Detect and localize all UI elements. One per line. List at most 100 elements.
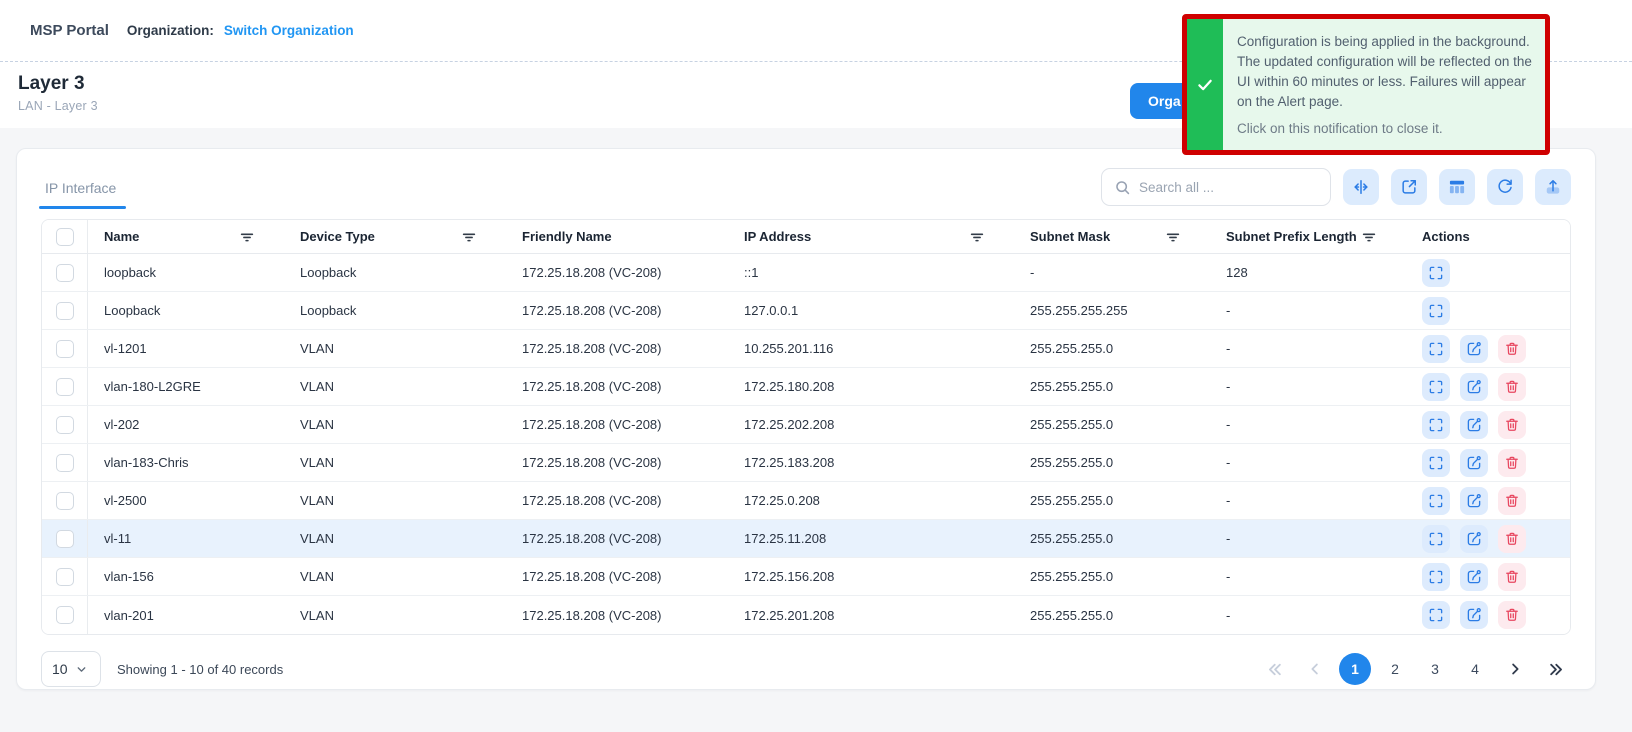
filter-icon[interactable]: [1358, 226, 1380, 248]
row-checkbox[interactable]: [56, 302, 74, 320]
table-row[interactable]: vl-2500VLAN172.25.18.208 (VC-208)172.25.…: [42, 482, 1570, 520]
first-page-button[interactable]: [1259, 653, 1291, 685]
toast-close-hint: Click on this notification to close it.: [1237, 119, 1537, 138]
expand-icon: [1427, 568, 1445, 586]
cell-name: vl-202: [88, 406, 284, 443]
organization-link[interactable]: Switch Organization: [224, 23, 354, 38]
filter-icon[interactable]: [236, 226, 258, 248]
delete-action-button[interactable]: [1498, 487, 1526, 515]
cell-subnet-prefix-length: -: [1210, 444, 1406, 481]
cell-friendly-name: 172.25.18.208 (VC-208): [506, 330, 728, 367]
expand-action-button[interactable]: [1422, 563, 1450, 591]
expand-action-button[interactable]: [1422, 487, 1450, 515]
expand-action-button[interactable]: [1422, 335, 1450, 363]
expand-action-button[interactable]: [1422, 449, 1450, 477]
column-header-prefix: Subnet Prefix Length: [1210, 220, 1406, 253]
row-checkbox[interactable]: [56, 606, 74, 624]
cell-subnet-prefix-length: -: [1210, 558, 1406, 595]
row-checkbox[interactable]: [56, 378, 74, 396]
page-number-3[interactable]: 3: [1419, 653, 1451, 685]
page-number-1[interactable]: 1: [1339, 653, 1371, 685]
table-row[interactable]: vl-1201VLAN172.25.18.208 (VC-208)10.255.…: [42, 330, 1570, 368]
delete-action-button[interactable]: [1498, 335, 1526, 363]
columns-button[interactable]: [1439, 169, 1475, 205]
pagination: 1234: [1259, 653, 1571, 685]
row-check-cell: [42, 406, 88, 443]
expand-action-button[interactable]: [1422, 411, 1450, 439]
row-checkbox[interactable]: [56, 416, 74, 434]
edit-action-button[interactable]: [1460, 487, 1488, 515]
delete-action-button[interactable]: [1498, 373, 1526, 401]
cell-subnet-mask: 255.255.255.0: [1014, 368, 1210, 405]
table-row[interactable]: vlan-180-L2GREVLAN172.25.18.208 (VC-208)…: [42, 368, 1570, 406]
cell-subnet-mask: 255.255.255.0: [1014, 444, 1210, 481]
edit-action-button[interactable]: [1460, 335, 1488, 363]
cell-friendly-name: 172.25.18.208 (VC-208): [506, 558, 728, 595]
edit-action-button[interactable]: [1460, 563, 1488, 591]
expand-icon: [1427, 606, 1445, 624]
page-number-4[interactable]: 4: [1459, 653, 1491, 685]
search-input[interactable]: [1139, 180, 1318, 195]
select-all-checkbox[interactable]: [56, 228, 74, 246]
cell-subnet-prefix-length: -: [1210, 596, 1406, 634]
delete-icon: [1503, 606, 1521, 624]
edit-action-button[interactable]: [1460, 411, 1488, 439]
cell-friendly-name: 172.25.18.208 (VC-208): [506, 596, 728, 634]
delete-action-button[interactable]: [1498, 601, 1526, 629]
edit-action-button[interactable]: [1460, 449, 1488, 477]
delete-action-button[interactable]: [1498, 563, 1526, 591]
filter-icon[interactable]: [1162, 226, 1184, 248]
expand-action-button[interactable]: [1422, 297, 1450, 325]
filter-icon[interactable]: [458, 226, 480, 248]
delete-action-button[interactable]: [1498, 525, 1526, 553]
cell-friendly-name: 172.25.18.208 (VC-208): [506, 482, 728, 519]
row-checkbox[interactable]: [56, 492, 74, 510]
cell-subnet-prefix-length: -: [1210, 368, 1406, 405]
refresh-button[interactable]: [1487, 169, 1523, 205]
table-row[interactable]: vl-11VLAN172.25.18.208 (VC-208)172.25.11…: [42, 520, 1570, 558]
edit-action-button[interactable]: [1460, 373, 1488, 401]
upload-button[interactable]: [1535, 169, 1571, 205]
row-checkbox[interactable]: [56, 340, 74, 358]
column-label: Actions: [1422, 229, 1470, 244]
tab-ip-interface[interactable]: IP Interface: [41, 166, 120, 209]
expand-action-button[interactable]: [1422, 259, 1450, 287]
success-notification-toast[interactable]: Configuration is being applied in the ba…: [1182, 14, 1550, 155]
cell-device-type: VLAN: [284, 482, 506, 519]
table-row[interactable]: loopbackLoopback172.25.18.208 (VC-208)::…: [42, 254, 1570, 292]
row-check-cell: [42, 330, 88, 367]
expand-action-button[interactable]: [1422, 525, 1450, 553]
fit-width-button[interactable]: [1343, 169, 1379, 205]
filter-icon[interactable]: [966, 226, 988, 248]
next-page-button[interactable]: [1499, 653, 1531, 685]
delete-action-button[interactable]: [1498, 411, 1526, 439]
cell-subnet-prefix-length: -: [1210, 406, 1406, 443]
edit-icon: [1465, 454, 1483, 472]
cell-subnet-mask: 255.255.255.0: [1014, 482, 1210, 519]
page-size-select[interactable]: 10: [41, 651, 101, 687]
table-row[interactable]: LoopbackLoopback172.25.18.208 (VC-208)12…: [42, 292, 1570, 330]
first-page-icon: [1266, 660, 1285, 679]
row-checkbox[interactable]: [56, 530, 74, 548]
row-checkbox[interactable]: [56, 454, 74, 472]
cell-actions: [1406, 596, 1570, 634]
edit-icon: [1465, 606, 1483, 624]
table-row[interactable]: vlan-183-ChrisVLAN172.25.18.208 (VC-208)…: [42, 444, 1570, 482]
edit-action-button[interactable]: [1460, 525, 1488, 553]
row-checkbox[interactable]: [56, 568, 74, 586]
edit-action-button[interactable]: [1460, 601, 1488, 629]
last-page-button[interactable]: [1539, 653, 1571, 685]
cell-ip-address: 172.25.201.208: [728, 596, 1014, 634]
expand-action-button[interactable]: [1422, 373, 1450, 401]
expand-action-button[interactable]: [1422, 601, 1450, 629]
brand-label: MSP Portal: [30, 22, 109, 39]
table-row[interactable]: vlan-156VLAN172.25.18.208 (VC-208)172.25…: [42, 558, 1570, 596]
table-row[interactable]: vlan-201VLAN172.25.18.208 (VC-208)172.25…: [42, 596, 1570, 634]
delete-action-button[interactable]: [1498, 449, 1526, 477]
page-number-2[interactable]: 2: [1379, 653, 1411, 685]
edit-icon: [1465, 378, 1483, 396]
table-row[interactable]: vl-202VLAN172.25.18.208 (VC-208)172.25.2…: [42, 406, 1570, 444]
prev-page-button[interactable]: [1299, 653, 1331, 685]
row-checkbox[interactable]: [56, 264, 74, 282]
export-button[interactable]: [1391, 169, 1427, 205]
